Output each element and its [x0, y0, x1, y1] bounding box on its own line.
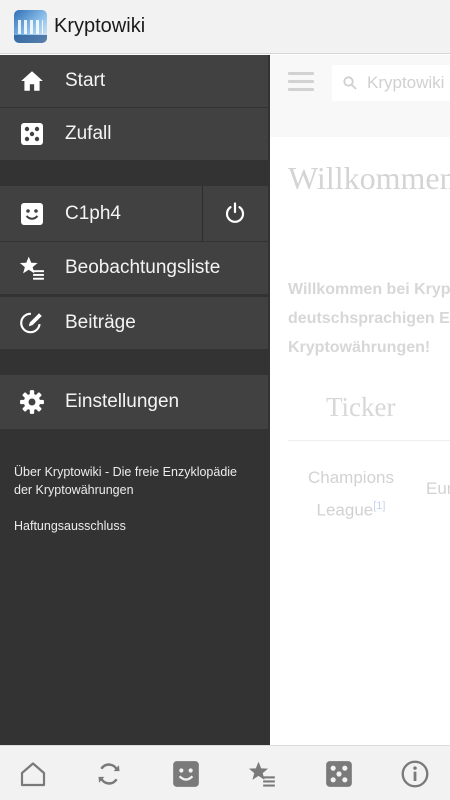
ticker-cell-text: League [316, 500, 374, 520]
ticker-cell-line: League[1] [306, 492, 396, 525]
user-face-icon[interactable] [171, 759, 201, 789]
drawer-item-einstellungen[interactable]: Einstellungen [0, 375, 268, 429]
ticker-cell-line: Champions [308, 468, 394, 487]
drawer-item-label: Start [65, 70, 106, 91]
menu-icon[interactable] [288, 72, 314, 94]
app-logo-icon [14, 10, 47, 43]
navigation-drawer: Start Zufall C1ph4 Beobachtungsliste Bei… [0, 55, 270, 745]
search-placeholder: Kryptowiki [367, 73, 445, 92]
home-icon[interactable] [18, 759, 48, 789]
app-title: Kryptowiki [54, 15, 146, 37]
drawer-item-label: Beobachtungsliste [65, 257, 221, 278]
drawer-item-label: C1ph4 [65, 203, 121, 224]
page-title: Willkommen [288, 160, 450, 196]
search-input[interactable]: Kryptowiki [332, 65, 450, 101]
contributions-pencil-icon [19, 310, 45, 336]
drawer-item-label: Zufall [65, 123, 112, 144]
about-link[interactable]: Über Kryptowiki - Die freie Enzyklopädie… [14, 463, 254, 499]
watchlist-star-icon [19, 255, 45, 281]
refresh-icon[interactable] [94, 759, 124, 789]
home-icon [19, 68, 45, 94]
user-face-icon [19, 201, 45, 227]
drawer-item-zufall[interactable]: Zufall [0, 108, 268, 160]
article-toolbar: Kryptowiki [270, 55, 450, 137]
welcome-line: deutschsprachigen E [288, 310, 450, 327]
watchlist-star-icon[interactable] [247, 759, 277, 789]
divider [288, 440, 450, 441]
welcome-line: Willkommen bei Kryp [288, 281, 450, 298]
ticker-heading: Ticker [326, 392, 396, 422]
app-bar: Kryptowiki [0, 0, 450, 54]
disclaimer-link[interactable]: Haftungsausschluss [14, 517, 126, 535]
drawer-item-label: Einstellungen [65, 391, 180, 412]
search-icon [343, 76, 357, 90]
ticker-cell[interactable]: Champions League[1] [306, 463, 396, 525]
drawer-item-beobachtungsliste[interactable]: Beobachtungsliste [0, 242, 268, 294]
dice-icon[interactable] [324, 759, 354, 789]
gear-icon [19, 389, 45, 415]
logout-button[interactable] [202, 186, 268, 241]
welcome-line: Kryptowährungen! [288, 339, 431, 356]
article-content: Kryptowiki Willkommen Willkommen bei Kry… [270, 55, 450, 745]
welcome-text: Willkommen bei Kryp deutschsprachigen E … [288, 275, 450, 362]
drawer-item-user[interactable]: C1ph4 [0, 186, 202, 241]
reference-link[interactable]: [1] [373, 500, 385, 512]
drawer-item-start[interactable]: Start [0, 55, 268, 107]
bottom-toolbar [0, 745, 450, 800]
ticker-cell[interactable]: Eur [426, 479, 450, 499]
info-icon[interactable] [400, 759, 430, 789]
drawer-item-beitraege[interactable]: Beiträge [0, 297, 268, 349]
dice-icon [19, 121, 45, 147]
power-icon [223, 201, 247, 230]
drawer-item-label: Beiträge [65, 312, 136, 333]
